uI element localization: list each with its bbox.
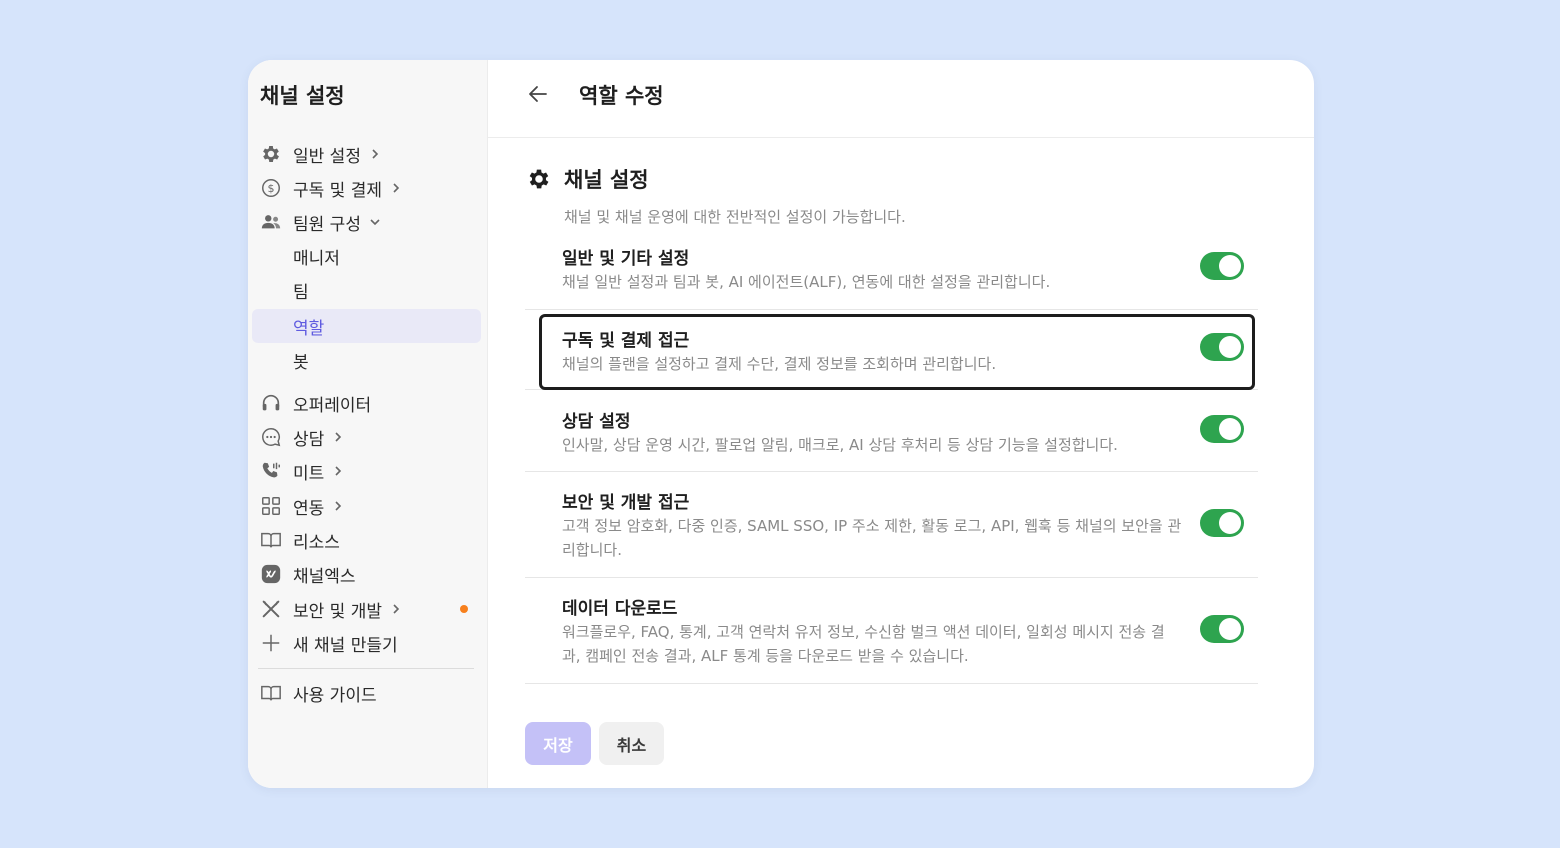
permission-title: 데이터 다운로드	[562, 599, 678, 619]
permission-toggle-data-download[interactable]	[1200, 615, 1244, 643]
sidebar-item-meet[interactable]: 미트	[252, 454, 481, 488]
phone-icon	[260, 460, 282, 482]
permission-description: 채널 일반 설정과 팀과 봇, AI 에이전트(ALF), 연동에 대한 설정을…	[562, 273, 1051, 291]
sidebar-item-integration[interactable]: 연동	[252, 489, 481, 523]
gear-icon	[260, 143, 282, 165]
sidebar-item-consultation[interactable]: 상담	[252, 420, 481, 454]
sidebar-item-channelx[interactable]: 채널엑스	[252, 557, 481, 591]
sidebar-subitem-team[interactable]: 팀	[252, 273, 481, 307]
permission-row-security: 보안 및 개발 접근 고객 정보 암호화, 다중 인증, SAML SSO, I…	[525, 472, 1258, 578]
sidebar-item-label: 매니저	[293, 248, 340, 269]
permission-toggle-consultation[interactable]	[1200, 415, 1244, 443]
chevron-right-icon	[332, 500, 344, 512]
permission-description: 채널의 플랜을 설정하고 결제 수단, 결제 정보를 조회하며 관리합니다.	[562, 355, 997, 373]
sidebar-item-label: 봇	[293, 352, 309, 373]
sidebar-item-label: 미트	[293, 463, 325, 484]
sidebar: 채널 설정 일반 설정 $ 구독 및 결제 팀원 구성 매니저 팀 역할 봇 오…	[248, 60, 488, 788]
page-title: 역할 수정	[579, 84, 664, 108]
permission-toggle-security[interactable]	[1200, 509, 1244, 537]
permission-toggle-general[interactable]	[1200, 252, 1244, 280]
sidebar-divider	[258, 668, 474, 669]
chevron-down-icon	[369, 216, 381, 228]
sidebar-item-label: 오퍼레이터	[293, 395, 372, 416]
sidebar-item-label: 구독 및 결제	[293, 180, 383, 201]
sidebar-item-label: 리소스	[293, 532, 340, 553]
sidebar-item-label: 일반 설정	[293, 146, 361, 167]
section-description: 채널 및 채널 운영에 대한 전반적인 설정이 가능합니다.	[564, 208, 906, 226]
permission-description: 워크플로우, FAQ, 통계, 고객 연락처 유저 정보, 수신함 벌크 액션 …	[562, 623, 1165, 665]
chevron-right-icon	[390, 603, 402, 615]
sidebar-item-team[interactable]: 팀원 구성	[252, 205, 481, 239]
sidebar-item-label: 팀	[293, 282, 309, 303]
sidebar-subitem-manager[interactable]: 매니저	[252, 239, 481, 273]
book-icon	[260, 529, 282, 551]
permission-row-consultation: 상담 설정 인사말, 상담 운영 시간, 팔로업 알림, 매크로, AI 상담 …	[525, 390, 1258, 472]
sidebar-item-label: 팀원 구성	[293, 214, 361, 235]
sidebar-subitem-bot[interactable]: 봇	[252, 343, 481, 377]
permission-toggle-subscription[interactable]	[1200, 333, 1244, 361]
sidebar-item-resources[interactable]: 리소스	[252, 523, 481, 557]
sidebar-item-user-guide[interactable]: 사용 가이드	[252, 676, 481, 710]
permission-title: 보안 및 개발 접근	[562, 493, 690, 513]
svg-text:$: $	[268, 182, 275, 195]
grid-icon	[260, 495, 282, 517]
book-icon	[260, 682, 282, 704]
main-content: 역할 수정 채널 설정 채널 및 채널 운영에 대한 전반적인 설정이 가능합니…	[488, 60, 1314, 788]
permission-title: 일반 및 기타 설정	[562, 249, 690, 269]
back-button[interactable]	[526, 82, 550, 106]
notification-dot	[460, 605, 468, 613]
sidebar-title: 채널 설정	[260, 84, 345, 108]
cancel-button[interactable]: 취소	[599, 722, 664, 765]
permission-row-general: 일반 및 기타 설정 채널 일반 설정과 팀과 봇, AI 에이전트(ALF),…	[525, 230, 1258, 310]
permission-row-data-download: 데이터 다운로드 워크플로우, FAQ, 통계, 고객 연락처 유저 정보, 수…	[525, 578, 1258, 684]
chevron-right-icon	[332, 465, 344, 477]
sidebar-item-label: 새 채널 만들기	[293, 635, 398, 656]
permission-description: 고객 정보 암호화, 다중 인증, SAML SSO, IP 주소 제한, 활동…	[562, 517, 1182, 559]
sidebar-item-label: 상담	[293, 429, 325, 450]
page-header: 역할 수정	[488, 60, 1314, 138]
sidebar-item-label: 연동	[293, 498, 325, 519]
channelx-icon	[260, 563, 282, 585]
sidebar-item-operator[interactable]: 오퍼레이터	[252, 386, 481, 420]
arrow-left-icon	[529, 86, 547, 102]
chat-bubble-icon	[260, 426, 282, 448]
sidebar-item-label: 채널엑스	[293, 566, 356, 587]
sidebar-item-label: 보안 및 개발	[293, 601, 383, 622]
plus-icon	[260, 632, 282, 654]
dollar-circle-icon: $	[260, 177, 282, 199]
gear-icon	[526, 166, 552, 192]
chevron-right-icon	[390, 182, 402, 194]
sidebar-item-general-settings[interactable]: 일반 설정	[252, 137, 481, 171]
sidebar-item-subscription-billing[interactable]: $ 구독 및 결제	[252, 171, 481, 205]
permission-title: 구독 및 결제 접근	[562, 331, 690, 351]
headset-icon	[260, 392, 282, 414]
chevron-right-icon	[369, 148, 381, 160]
permission-title: 상담 설정	[562, 412, 631, 432]
chevron-right-icon	[332, 431, 344, 443]
sidebar-item-security-development[interactable]: 보안 및 개발	[252, 592, 481, 626]
tools-icon	[260, 598, 282, 620]
people-icon	[260, 211, 282, 233]
sidebar-subitem-role[interactable]: 역할	[252, 309, 481, 343]
sidebar-item-new-channel[interactable]: 새 채널 만들기	[252, 626, 481, 660]
settings-window: 채널 설정 일반 설정 $ 구독 및 결제 팀원 구성 매니저 팀 역할 봇 오…	[248, 60, 1314, 788]
sidebar-item-label: 사용 가이드	[293, 685, 377, 706]
sidebar-item-label: 역할	[293, 318, 325, 339]
section-title: 채널 설정	[564, 168, 649, 192]
save-button[interactable]: 저장	[525, 722, 591, 765]
permission-row-subscription: 구독 및 결제 접근 채널의 플랜을 설정하고 결제 수단, 결제 정보를 조회…	[525, 310, 1258, 390]
permission-description: 인사말, 상담 운영 시간, 팔로업 알림, 매크로, AI 상담 후처리 등 …	[562, 436, 1118, 454]
